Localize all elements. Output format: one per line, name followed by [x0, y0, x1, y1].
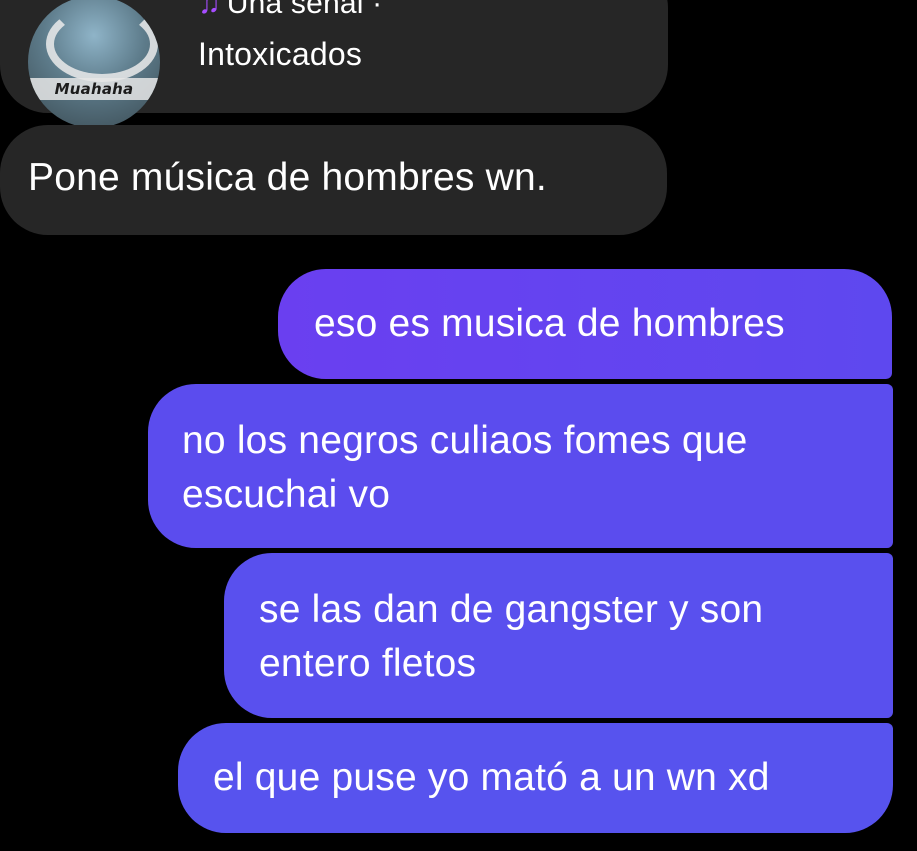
shared-music-card[interactable]: Muahaha ♫ Una señal · Intoxicados — [0, 0, 668, 128]
outgoing-message-bubble[interactable]: no los negros culiaos fomes que escuchai… — [148, 384, 893, 548]
outgoing-message-bubble[interactable]: se las dan de gangster y son entero flet… — [224, 553, 893, 718]
music-note-icon: ♫ — [198, 0, 221, 20]
album-art-label: Muahaha — [28, 78, 160, 100]
album-art-image[interactable]: Muahaha — [28, 0, 160, 128]
outgoing-message-bubble[interactable]: eso es musica de hombres — [278, 269, 892, 379]
message-text: no los negros culiaos fomes que escuchai… — [182, 419, 748, 516]
song-title: Una señal · — [226, 0, 383, 20]
message-text: se las dan de gangster y son entero flet… — [259, 588, 764, 685]
artist-name: Intoxicados — [198, 36, 363, 72]
song-title-row: ♫ Una señal · — [198, 0, 382, 22]
message-text: Pone música de hombres wn. — [28, 156, 547, 199]
album-art-graphic — [46, 6, 158, 82]
message-text: eso es musica de hombres — [314, 302, 785, 345]
outgoing-message-bubble[interactable]: el que puse yo mató a un wn xd — [178, 723, 893, 833]
incoming-message-bubble[interactable]: Pone música de hombres wn. — [0, 125, 667, 235]
message-text: el que puse yo mató a un wn xd — [213, 756, 770, 799]
